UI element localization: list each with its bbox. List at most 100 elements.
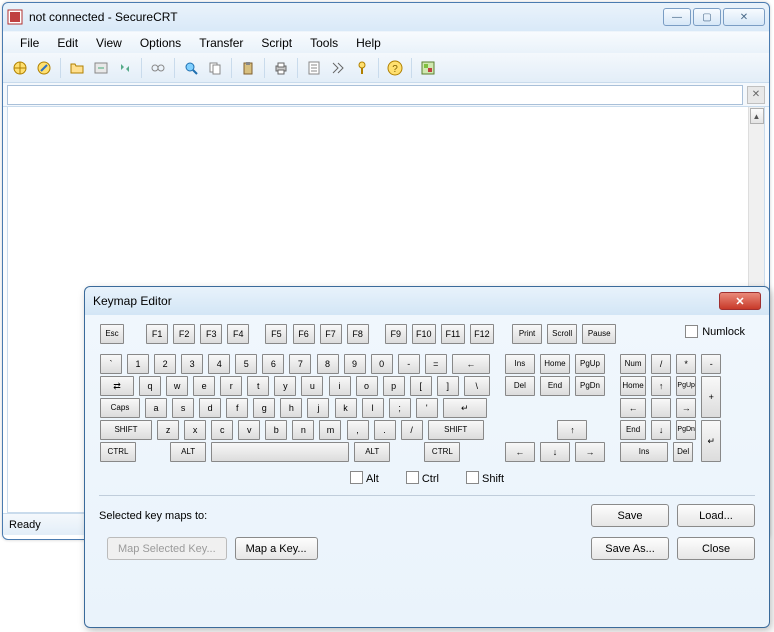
key-c[interactable]: c [211,420,233,440]
key-b[interactable]: b [265,420,287,440]
sessions-icon[interactable] [417,57,439,79]
menu-help[interactable]: Help [347,34,390,52]
key-1[interactable]: 1 [127,354,149,374]
key-f9[interactable]: F9 [385,324,407,344]
key-backslash[interactable]: \ [464,376,490,396]
menu-script[interactable]: Script [252,34,301,52]
key-f3[interactable]: F3 [200,324,222,344]
key-tab[interactable]: ⇄ [100,376,134,396]
menu-edit[interactable]: Edit [48,34,87,52]
key-rctrl[interactable]: CTRL [424,442,460,462]
folder-icon[interactable] [66,57,88,79]
key-numdel[interactable]: Del [673,442,693,462]
key-f12[interactable]: F12 [470,324,494,344]
key-right[interactable]: → [575,442,605,462]
key-lctrl[interactable]: CTRL [100,442,136,462]
menu-view[interactable]: View [87,34,131,52]
print-icon[interactable] [270,57,292,79]
key-num1[interactable]: End [620,420,646,440]
key-num6[interactable]: → [676,398,696,418]
key-2[interactable]: 2 [154,354,176,374]
key-pause[interactable]: Pause [582,324,616,344]
menu-transfer[interactable]: Transfer [190,34,252,52]
copy-icon[interactable] [204,57,226,79]
key-j[interactable]: j [307,398,329,418]
key-num0[interactable]: Ins [620,442,668,462]
globe-quick-icon[interactable] [33,57,55,79]
key-4[interactable]: 4 [208,354,230,374]
key-home[interactable]: Home [540,354,570,374]
reconnect-icon[interactable] [114,57,136,79]
maximize-button[interactable]: ▢ [693,8,721,26]
key-n[interactable]: n [292,420,314,440]
minimize-button[interactable]: — [663,8,691,26]
key-print[interactable]: Print [512,324,542,344]
key-esc[interactable]: Esc [100,324,124,344]
key-ralt[interactable]: ALT [354,442,390,462]
key-ins[interactable]: Ins [505,354,535,374]
menu-file[interactable]: File [11,34,48,52]
save-button[interactable]: Save [591,504,669,527]
key-f8[interactable]: F8 [347,324,369,344]
key-down[interactable]: ↓ [540,442,570,462]
key-v[interactable]: v [238,420,260,440]
key-left[interactable]: ← [505,442,535,462]
key-backspace[interactable]: ← [452,354,490,374]
clear-address-button[interactable]: ✕ [747,86,765,104]
key-f5[interactable]: F5 [265,324,287,344]
find-icon[interactable] [180,57,202,79]
ctrl-checkbox[interactable]: Ctrl [406,473,439,485]
properties-icon[interactable] [303,57,325,79]
key-f1[interactable]: F1 [146,324,168,344]
key-numminus[interactable]: - [701,354,721,374]
load-button[interactable]: Load... [677,504,755,527]
save-as-button[interactable]: Save As... [591,537,669,560]
key-rshift[interactable]: SHIFT [428,420,484,440]
key-h[interactable]: h [280,398,302,418]
key-grave[interactable]: ` [100,354,122,374]
key-6[interactable]: 6 [262,354,284,374]
close-dialog-button[interactable]: Close [677,537,755,560]
key-enter[interactable]: ↵ [443,398,487,418]
key-options-icon[interactable] [327,57,349,79]
key-num5[interactable] [651,398,671,418]
help-key-icon[interactable] [351,57,373,79]
menu-options[interactable]: Options [131,34,190,52]
key-scroll[interactable]: Scroll [547,324,577,344]
key-del[interactable]: Del [505,376,535,396]
dialog-close-button[interactable]: ✕ [719,292,761,310]
map-a-key-button[interactable]: Map a Key... [235,537,318,560]
key-numdiv[interactable]: / [651,354,671,374]
key-numenter[interactable]: ↵ [701,420,721,462]
menu-tools[interactable]: Tools [301,34,347,52]
key-f10[interactable]: F10 [412,324,436,344]
disconnect-icon[interactable] [147,57,169,79]
key-pgdn[interactable]: PgDn [575,376,605,396]
key-num3[interactable]: PgDn [676,420,696,440]
scroll-up-button[interactable]: ▲ [750,108,764,124]
key-f11[interactable]: F11 [441,324,465,344]
address-input[interactable] [7,85,743,105]
alt-checkbox[interactable]: Alt [350,473,379,485]
shift-checkbox[interactable]: Shift [466,473,504,485]
checkbox-icon[interactable] [685,325,698,338]
key-f6[interactable]: F6 [293,324,315,344]
dialog-titlebar[interactable]: Keymap Editor ✕ [85,287,769,315]
key-x[interactable]: x [184,420,206,440]
key-num7[interactable]: Home [620,376,646,396]
key-numlock[interactable]: Num [620,354,646,374]
help-icon[interactable]: ? [384,57,406,79]
numlock-checkbox[interactable]: Numlock [685,325,745,338]
titlebar[interactable]: not connected - SecureCRT — ▢ ✕ [3,3,769,31]
key-pgup[interactable]: PgUp [575,354,605,374]
key-num8[interactable]: ↑ [651,376,671,396]
key-space[interactable] [211,442,349,462]
key-5[interactable]: 5 [235,354,257,374]
key-f[interactable]: f [226,398,248,418]
key-s[interactable]: s [172,398,194,418]
key-numplus[interactable]: + [701,376,721,418]
key-num9[interactable]: PgUp [676,376,696,396]
close-button[interactable]: ✕ [723,8,765,26]
key-num4[interactable]: ← [620,398,646,418]
key-f4[interactable]: F4 [227,324,249,344]
